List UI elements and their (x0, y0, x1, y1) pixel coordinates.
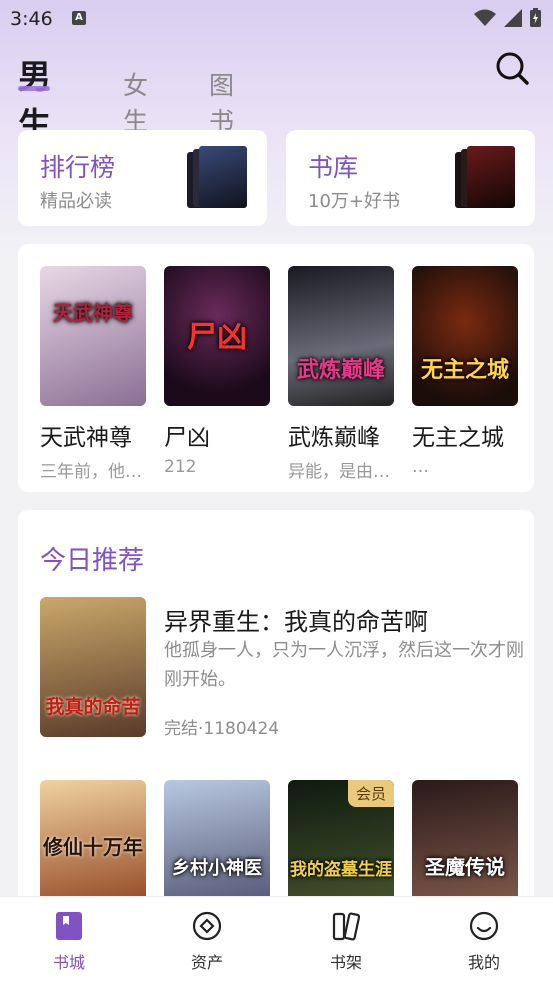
book-card[interactable]: 天武神尊 天武神尊 三年前，他… (40, 266, 146, 482)
library-card[interactable]: 书库 10万+好书 (286, 130, 535, 226)
assets-icon (192, 911, 222, 941)
book-title: 尸凶 (164, 425, 210, 451)
cover-title: 我真的命苦 (45, 696, 141, 718)
nav-bookshelf-label: 书架 (329, 953, 362, 972)
active-tab-indicator (18, 86, 50, 91)
nav-bookstore-label: 书城 (52, 953, 85, 972)
tab-female[interactable]: 女生 (123, 66, 148, 138)
book-meta: 异能，是由… (288, 462, 390, 482)
bookstore-icon (56, 912, 82, 940)
book-title: 无主之城 (412, 425, 504, 451)
cover-title: 我的盗墓生涯 (290, 860, 392, 880)
nav-profile-label: 我的 (467, 953, 500, 972)
nav-assets-label: 资产 (190, 953, 223, 972)
vip-badge: 会员 (347, 780, 394, 807)
book-meta: 三年前，他… (40, 462, 142, 482)
library-title: 书库 (308, 153, 359, 182)
search-icon[interactable] (494, 50, 530, 86)
nav-bookstore[interactable]: 书城 (19, 897, 119, 985)
cover-title: 修仙十万年 (43, 835, 143, 859)
featured-book-cover[interactable]: 我真的命苦 (40, 597, 146, 737)
wifi-icon (474, 9, 496, 26)
profile-icon (469, 911, 499, 941)
book-cover: 尸凶 (164, 266, 270, 406)
library-subtitle: 10万+好书 (308, 191, 400, 212)
cover-title: 乡村小神医 (172, 858, 262, 879)
signal-icon (504, 8, 522, 27)
book-card[interactable]: 武炼巅峰 武炼巅峰 异能，是由… (288, 266, 394, 482)
library-cover-stack (455, 146, 515, 208)
nav-assets[interactable]: 资产 (157, 897, 257, 985)
book-card[interactable]: 无主之城 无主之城 … (412, 266, 518, 477)
book-title: 武炼巅峰 (288, 425, 380, 451)
book-title: 天武神尊 (40, 425, 132, 451)
book-meta: 212 (164, 457, 197, 477)
book-card[interactable]: 尸凶 尸凶 212 (164, 266, 270, 477)
bottom-navigation: 书城 资产 书架 我的 (0, 896, 553, 985)
today-recommend-panel: 今日推荐 我真的命苦 异界重生：我真的命苦啊 他孤身一人，只为一人沉浮，然后这一… (18, 510, 534, 920)
featured-book-status: 完结·1180424 (164, 719, 280, 739)
nav-profile[interactable]: 我的 (434, 897, 534, 985)
cover-title: 天武神尊 (53, 301, 133, 325)
featured-book-title[interactable]: 异界重生：我真的命苦啊 (164, 602, 428, 637)
ranking-card[interactable]: 排行榜 精品必读 (18, 130, 267, 226)
battery-icon (530, 8, 541, 27)
cover-title: 尸凶 (187, 320, 247, 355)
recommended-books-panel: 天武神尊 天武神尊 三年前，他… 尸凶 尸凶 212 武炼巅峰 武炼巅峰 异能，… (18, 244, 534, 492)
notification-icon: A (72, 11, 86, 25)
cover-title: 无主之城 (420, 357, 509, 383)
ranking-title: 排行榜 (40, 153, 116, 182)
book-meta: … (412, 457, 429, 477)
ranking-subtitle: 精品必读 (40, 191, 112, 212)
section-title: 今日推荐 (40, 546, 145, 576)
ranking-cover-stack (187, 146, 247, 208)
book-cover: 武炼巅峰 (288, 266, 394, 406)
status-time: 3:46 (10, 8, 53, 30)
featured-book-description: 他孤身一人，只为一人沉浮，然后这一次才刚刚开始。 (164, 640, 524, 690)
nav-bookshelf[interactable]: 书架 (296, 897, 396, 985)
cover-title: 武炼巅峰 (296, 357, 385, 383)
book-cover: 无主之城 (412, 266, 518, 406)
status-bar: 3:46 A (0, 0, 553, 36)
status-icons (474, 8, 541, 27)
book-cover: 天武神尊 (40, 266, 146, 406)
tab-books[interactable]: 图书 (209, 66, 234, 138)
bookshelf-icon (332, 912, 361, 941)
cover-title: 圣魔传说 (425, 855, 505, 879)
